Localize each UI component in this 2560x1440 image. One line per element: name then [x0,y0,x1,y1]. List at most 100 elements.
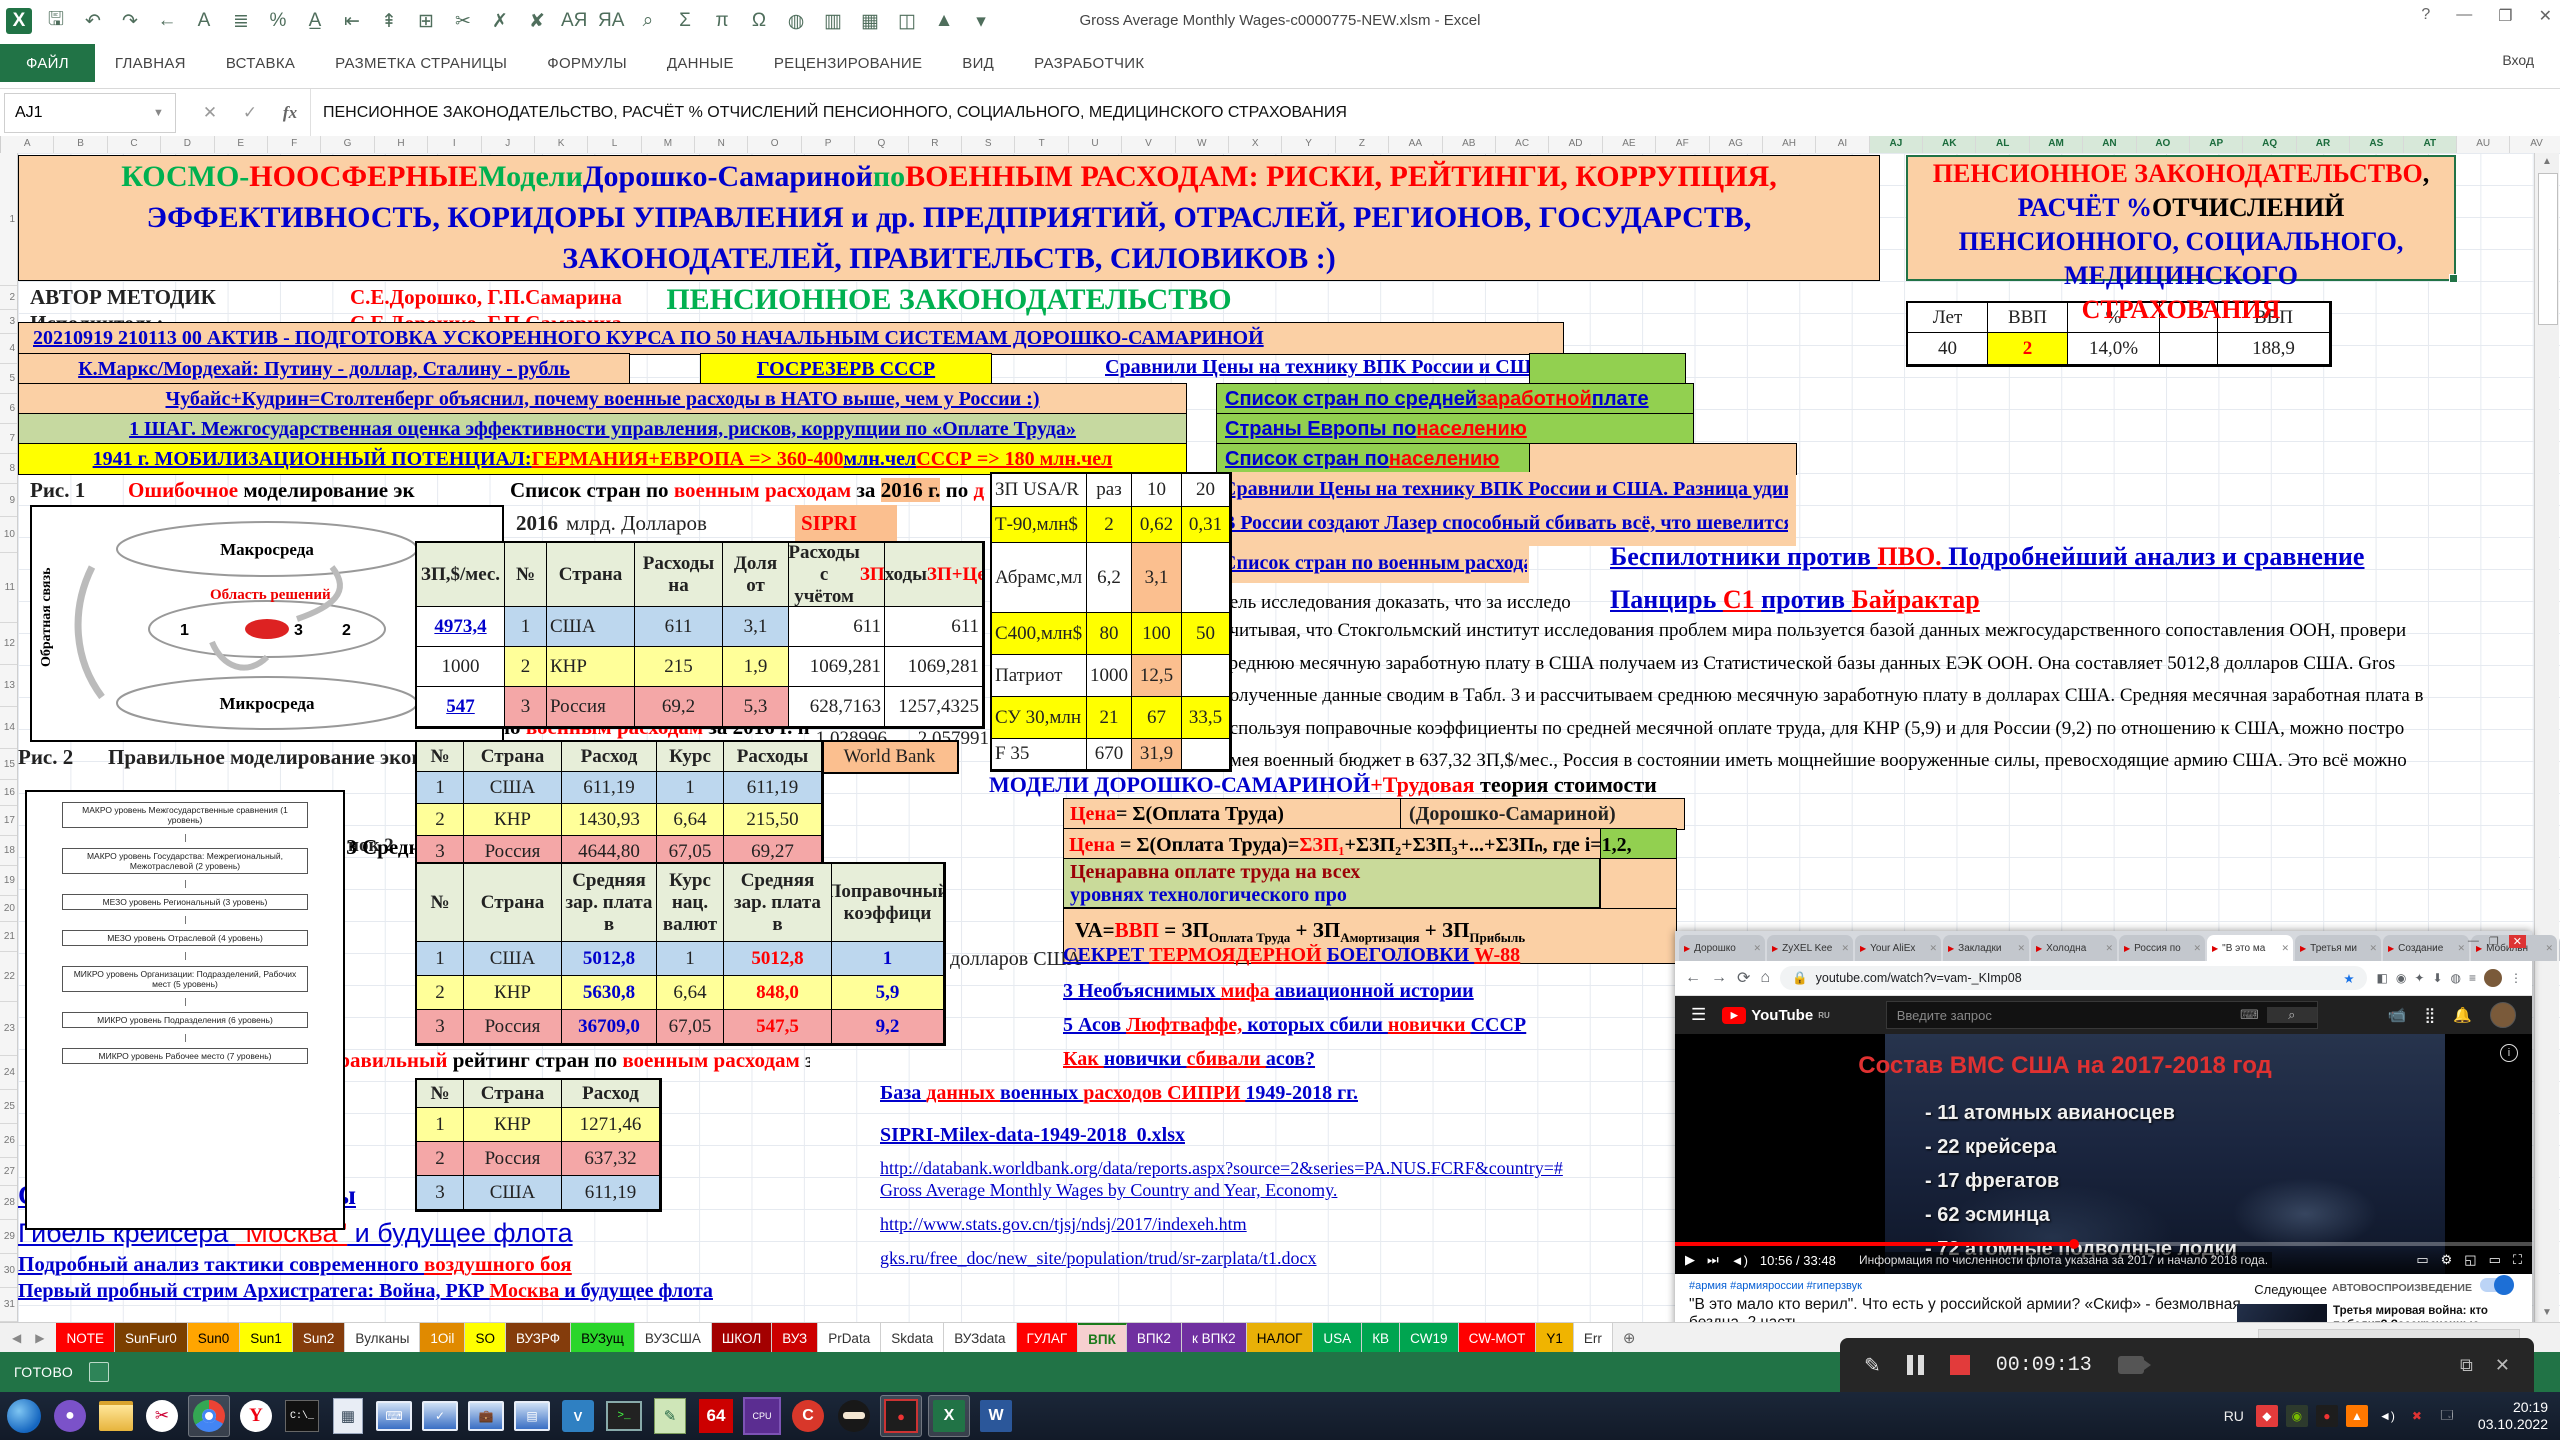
back-icon[interactable]: ← [1685,969,1701,987]
sheet-tab-so[interactable]: SO [465,1323,506,1353]
ribbon-tab-разработчик[interactable]: РАЗРАБОТЧИК [1014,44,1164,82]
chrome-icon[interactable] [188,1395,230,1437]
sheet-tab-к-впк2[interactable]: к ВПК2 [1182,1323,1247,1353]
vertical-scrollbar[interactable]: ▲ ▼ [2534,153,2559,1322]
sheet-tab-sun2[interactable]: Sun2 [293,1323,346,1353]
macro-record-icon[interactable] [89,1362,109,1382]
webcam-icon[interactable] [2118,1356,2144,1374]
banner-1941[interactable]: 1941 г. МОБИЛИЗАЦИОННЫЙ ПОТЕНЦИАЛ: ГЕРМА… [18,443,1187,475]
yandex-browser-icon[interactable]: Y [236,1396,276,1436]
row-2[interactable]: 2 [0,286,17,310]
avatar[interactable] [2490,1002,2516,1028]
volume-icon[interactable]: ◄) [1731,1253,1748,1268]
cpuz-icon[interactable]: CPU [742,1396,782,1436]
sheet-tab-sunfur0[interactable]: SunFur0 [115,1323,188,1353]
youtube-search-box[interactable]: Введите запрос⌨⌕ [1886,1001,2318,1029]
extension-icons[interactable]: ◧◉✦⬇◍≡⋮ [2377,969,2522,987]
briefcase-monitor-icon[interactable]: 💼 [466,1396,506,1436]
home-icon[interactable]: ⌂ [1760,969,1770,987]
server-manager-icon[interactable]: ▤ [512,1396,552,1436]
recommended-thumbnail[interactable] [2237,1304,2327,1322]
chrome-window[interactable]: ДорошкоZyXEL KeeYour AliExЗакладкиХолодн… [1675,931,2532,1322]
remote-desktop-icon[interactable]: ⌨ [374,1396,414,1436]
row-10[interactable]: 10 [0,517,17,553]
sheet-grid[interactable]: 1234567891011121314151617181920212223242… [0,153,2560,1322]
link-bespilotniki[interactable]: Беспилотники против ПВО. Подробнейший ан… [1610,542,2364,572]
help-button[interactable]: ? [2421,6,2430,26]
link-myths[interactable]: 3 Необъяснимых мифа авиационной истории [1063,980,1673,1003]
forward-icon[interactable]: → [1711,969,1727,987]
tray-app-red-icon[interactable]: ◆ [2256,1405,2278,1427]
row-14[interactable]: 14 [0,707,17,749]
name-box[interactable]: ▼ [4,93,176,133]
youtube-logo[interactable]: ▶YouTubeRU [1722,1007,1830,1024]
video-hashtags[interactable]: #армия #армияроссии #гиперзвук [1689,1280,1862,1292]
row-8[interactable]: 8 [0,454,17,484]
close-button[interactable]: ✕ [2539,6,2552,26]
link-aktiv-course[interactable]: 20210919 210113 00 АКТИВ - ПОДГОТОВКА УС… [33,327,1264,350]
link-sravnili-row5[interactable]: Сравнили Цены на технику ВПК России и СШ… [1105,356,1529,379]
row-22[interactable]: 22 [0,952,17,1002]
notepad-icon[interactable]: ✎ [650,1396,690,1436]
terminal-icon[interactable]: >_ [604,1396,644,1436]
link-first-stream[interactable]: Первый пробный стрим Архистратега: Война… [18,1280,878,1303]
play-icon[interactable]: ▶ [1685,1252,1695,1268]
clock[interactable]: 20:1903.10.2022 [2470,1399,2548,1433]
row-12[interactable]: 12 [0,623,17,665]
ribbon-tab-файл[interactable]: ФАЙЛ [0,44,95,82]
link-sipri-file[interactable]: SIPRI-Milex-data-1949-2018_0.xlsx [880,1124,1670,1147]
row-24[interactable]: 24 [0,1056,17,1090]
link-how-novices[interactable]: Как новички сбивали асов? [1063,1048,1673,1071]
sheet-tab-prdata[interactable]: PrData [818,1323,881,1353]
autoplay-toggle[interactable] [2480,1278,2514,1292]
ribbon-tab-вставка[interactable]: ВСТАВКА [206,44,315,82]
browser-tab-"в-это-ма[interactable]: "В это ма [2207,935,2293,961]
row-27[interactable]: 27 [0,1158,17,1186]
link-lazer[interactable]: В России создают Лазер способный сбивать… [1222,512,1788,535]
formula-input[interactable]: ПЕНСИОННОЕ ЗАКОНОДАТЕЛЬСТВО, РАСЧЁТ % ОТ… [311,89,2560,137]
info-icon[interactable]: i [2500,1044,2518,1062]
task-monitor-icon[interactable]: ✓ [420,1396,460,1436]
sheet-tab-гулаг[interactable]: ГУЛАГ [1017,1323,1079,1353]
url-field[interactable]: 🔒youtube.com/watch?v=vam-_KImp08★ [1780,966,2366,990]
minimize-button[interactable]: — [2456,6,2472,26]
cmd-icon[interactable]: C:\_ [282,1396,322,1436]
tray-recorder-icon[interactable]: ● [2316,1405,2338,1427]
restore-icon[interactable]: ⧉ [2460,1355,2473,1376]
app-64-icon[interactable]: 64 [696,1396,736,1436]
row-5[interactable]: 5 [0,364,17,394]
action-center-icon[interactable]: 🗔 [2436,1405,2458,1427]
keyboard-icon[interactable]: ⌨ [2240,1007,2259,1023]
sheet-tab-вузущ[interactable]: ВУЗущ [571,1323,635,1353]
browser-tab-создание[interactable]: Создание [2383,935,2469,961]
sheet-tab-налог[interactable]: НАЛОГ [1247,1323,1314,1353]
link-gross-wages[interactable]: Gross Average Monthly Wages by Country a… [880,1180,1670,1201]
sheet-tab-usa[interactable]: USA [1313,1323,1362,1353]
sheet-tab-вузсша[interactable]: ВУЗСША [635,1323,712,1353]
sheet-nav-arrows[interactable]: ◀▶ [0,1323,56,1353]
ninja-app-icon[interactable] [834,1396,874,1436]
theater-icon[interactable]: ▭ [2489,1252,2501,1268]
browser-window-controls[interactable]: —❐✕ [2468,935,2526,948]
sign-in-link[interactable]: Вход [2502,52,2534,68]
browser-tab-холодна[interactable]: Холодна [2031,935,2117,961]
browser-tab-zyxel-kee[interactable]: ZyXEL Kee [1767,935,1853,961]
notifications-icon[interactable]: 🔔 [2453,1006,2472,1024]
row-26[interactable]: 26 [0,1124,17,1158]
row-28[interactable]: 28 [0,1186,17,1220]
link-worldbank-url[interactable]: http://databank.worldbank.org/data/repor… [880,1158,1670,1179]
row-7[interactable]: 7 [0,424,17,454]
browser-tab-дорошко[interactable]: Дорошко [1679,935,1765,961]
next-icon[interactable]: ⏭ [1707,1252,1719,1268]
row-25[interactable]: 25 [0,1090,17,1124]
sheet-tab-кв[interactable]: КВ [1362,1323,1400,1353]
ribbon-tab-данные[interactable]: ДАННЫЕ [647,44,754,82]
reload-icon[interactable]: ⟳ [1737,968,1750,988]
row-4[interactable]: 4 [0,334,17,364]
sheet-tab-note[interactable]: NOTE [56,1323,115,1353]
sheet-tab-вузрф[interactable]: ВУЗРФ [506,1323,571,1353]
avast-icon[interactable]: ▲ [2346,1405,2368,1427]
row-11[interactable]: 11 [0,553,17,623]
row-9[interactable]: 9 [0,484,17,517]
stop-button[interactable] [1950,1355,1970,1375]
